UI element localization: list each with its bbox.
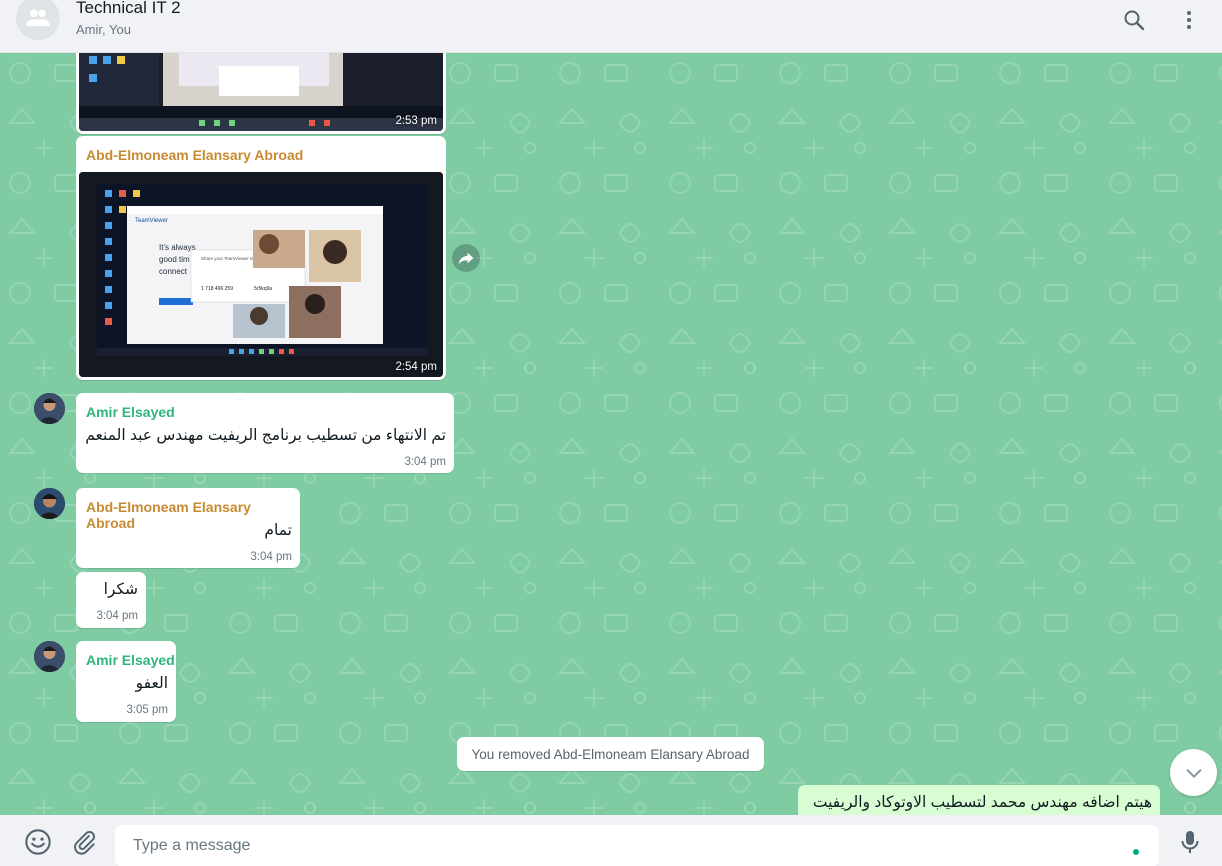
message-time: 3:05 pm	[126, 704, 168, 716]
message-time: 2:54 pm	[395, 361, 437, 373]
message-text: شكرا	[103, 581, 138, 598]
chat-area[interactable]: 2:53 pm Abd-Elmoneam Elansary Abroad Tea…	[0, 53, 1222, 815]
message-time: 3:04 pm	[250, 551, 292, 563]
attach-icon[interactable]	[69, 827, 99, 857]
photo-message[interactable]: Abd-Elmoneam Elansary Abroad TeamViewer …	[76, 136, 446, 380]
search-icon[interactable]	[1120, 6, 1148, 34]
status-dot	[1133, 849, 1139, 855]
message-text: تمام	[264, 522, 292, 539]
message-bubble[interactable]: شكرا 3:04 pm	[76, 572, 146, 628]
avatar[interactable]	[34, 393, 65, 424]
photo-image	[79, 53, 443, 131]
screen-headline: connect	[159, 267, 188, 276]
emoji-icon[interactable]	[23, 827, 53, 857]
teamviewer-id: 1 718 496 259	[201, 286, 233, 292]
message-text: العفو	[135, 675, 168, 692]
chat-header[interactable]: Technical IT 2 Amir, You	[0, 0, 1222, 53]
menu-dots-icon[interactable]	[1175, 6, 1203, 34]
screen-headline: good tim	[159, 255, 190, 264]
system-message: You removed Abd-Elmoneam Elansary Abroad	[457, 737, 764, 771]
screen-headline: It's always	[159, 243, 196, 252]
group-avatar-icon[interactable]	[16, 0, 60, 40]
message-time: 2:53 pm	[395, 115, 437, 127]
photo-image: TeamViewer It's always good tim connect …	[79, 172, 443, 377]
photo-message[interactable]: 2:53 pm	[76, 53, 446, 134]
message-time: 3:04 pm	[404, 456, 446, 468]
sender-name[interactable]: Amir Elsayed	[86, 404, 175, 420]
message-text: تم الانتهاء من تسطيب برنامج الريفيت مهند…	[85, 427, 446, 444]
avatar[interactable]	[34, 641, 65, 672]
sender-name[interactable]: Amir Elsayed	[86, 652, 175, 668]
teamviewer-password: 5r5kq9a	[254, 286, 272, 292]
message-text: هيتم اضافه مهندس محمد لتسطيب الاوتوكاد و…	[812, 794, 1152, 811]
photo-thumbnail[interactable]: 2:53 pm	[79, 53, 443, 131]
message-time: 3:04 pm	[96, 610, 138, 622]
message-bubble[interactable]: Amir Elsayed العفو 3:05 pm	[76, 641, 176, 722]
photo-thumbnail[interactable]: TeamViewer It's always good tim connect …	[79, 172, 443, 377]
dialog-title: Share your TeamViewer ID	[201, 256, 255, 261]
chat-participants: Amir, You	[76, 22, 131, 37]
avatar-image	[34, 488, 65, 519]
scroll-down-button[interactable]	[1170, 749, 1217, 796]
avatar[interactable]	[34, 488, 65, 519]
sender-name[interactable]: Abd-Elmoneam Elansary Abroad	[86, 147, 303, 163]
composer-bar	[0, 815, 1222, 866]
outgoing-message-bubble[interactable]: هيتم اضافه مهندس محمد لتسطيب الاوتوكاد و…	[798, 785, 1160, 815]
avatar-image	[34, 393, 65, 424]
mic-icon[interactable]	[1175, 827, 1205, 857]
message-input[interactable]	[115, 825, 1159, 866]
forward-icon[interactable]	[452, 244, 480, 272]
message-bubble[interactable]: Amir Elsayed تم الانتهاء من تسطيب برنامج…	[76, 393, 454, 473]
chat-title[interactable]: Technical IT 2	[76, 0, 181, 18]
chevron-down-icon	[1186, 768, 1201, 778]
avatar-image	[34, 641, 65, 672]
message-bubble[interactable]: Abd-Elmoneam Elansary Abroad تمام 3:04 p…	[76, 488, 300, 568]
app-name: TeamViewer	[135, 218, 168, 224]
